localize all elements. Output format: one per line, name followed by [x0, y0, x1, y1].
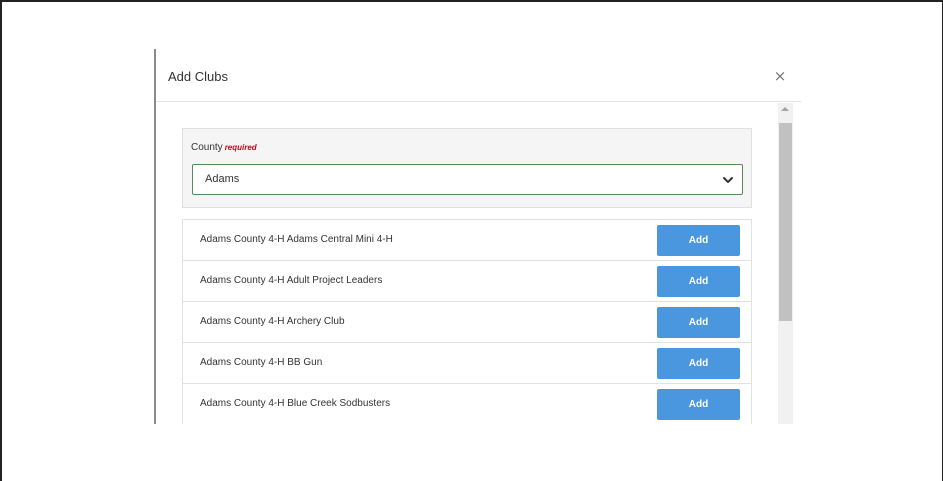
club-row: Adams County 4-H Adams Central Mini 4-H …	[183, 220, 751, 261]
county-label: County required	[191, 142, 257, 153]
county-label-text: County	[191, 142, 223, 153]
add-club-button[interactable]: Add	[657, 307, 740, 338]
add-clubs-dialog: Add Clubs × County required Adams Adams C…	[156, 50, 801, 424]
club-row: Adams County 4-H BB Gun Add	[183, 343, 751, 384]
club-name: Adams County 4-H Adult Project Leaders	[200, 275, 383, 286]
add-club-button[interactable]: Add	[657, 348, 740, 379]
club-name: Adams County 4-H Archery Club	[200, 316, 345, 327]
county-select-value: Adams	[205, 173, 240, 185]
club-name: Adams County 4-H Blue Creek Sodbusters	[200, 398, 391, 409]
dialog-scrollbar[interactable]	[778, 103, 793, 424]
club-row: Adams County 4-H Adult Project Leaders A…	[183, 261, 751, 302]
dialog-title: Add Clubs	[168, 69, 228, 84]
required-indicator: required	[224, 143, 257, 152]
browser-frame: Add Clubs × County required Adams Adams C…	[0, 0, 943, 481]
add-club-button[interactable]: Add	[657, 225, 740, 256]
club-name: Adams County 4-H Adams Central Mini 4-H	[200, 234, 393, 245]
club-list: Adams County 4-H Adams Central Mini 4-H …	[182, 219, 752, 424]
club-row: Adams County 4-H Archery Club Add	[183, 302, 751, 343]
add-club-button[interactable]: Add	[657, 389, 740, 420]
county-panel: County required Adams	[182, 128, 752, 208]
club-name: Adams County 4-H BB Gun	[200, 357, 323, 368]
club-row: Adams County 4-H Blue Creek Sodbusters A…	[183, 384, 751, 424]
close-icon[interactable]: ×	[772, 68, 788, 84]
chevron-down-icon	[723, 177, 733, 183]
scroll-thumb[interactable]	[779, 123, 792, 321]
add-club-button[interactable]: Add	[657, 266, 740, 297]
dialog-body: County required Adams Adams County 4-H Ad…	[156, 103, 778, 424]
scroll-up-arrow-icon[interactable]	[781, 107, 789, 111]
county-select[interactable]: Adams	[192, 164, 743, 195]
dialog-header: Add Clubs ×	[156, 50, 801, 102]
